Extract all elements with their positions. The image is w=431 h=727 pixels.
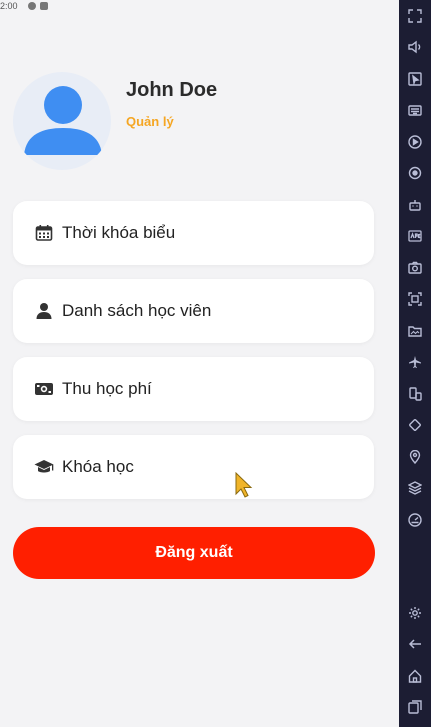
money-icon bbox=[34, 379, 54, 399]
rotate-icon[interactable] bbox=[399, 410, 431, 442]
layers-icon[interactable] bbox=[399, 473, 431, 505]
notification-icon bbox=[39, 2, 48, 10]
logout-button[interactable]: Đăng xuất bbox=[13, 527, 375, 579]
graduation-cap-icon bbox=[34, 457, 54, 477]
record-icon[interactable] bbox=[399, 126, 431, 158]
speed-icon[interactable] bbox=[399, 504, 431, 536]
sync-icon[interactable] bbox=[399, 158, 431, 190]
keyboard-icon[interactable] bbox=[399, 95, 431, 127]
profile-name: John Doe bbox=[126, 79, 218, 101]
notification-icon bbox=[27, 2, 36, 10]
location-icon[interactable] bbox=[399, 441, 431, 473]
volume-icon[interactable] bbox=[399, 32, 431, 64]
menu-item-label: Danh sách học viên bbox=[62, 301, 212, 320]
avatar[interactable] bbox=[13, 72, 111, 170]
emulator-toolbar bbox=[399, 0, 431, 727]
folder-icon[interactable] bbox=[399, 315, 431, 347]
screenshot-icon[interactable] bbox=[399, 252, 431, 284]
home-icon[interactable] bbox=[399, 660, 431, 692]
robot-icon[interactable] bbox=[399, 189, 431, 221]
menu-item-tuition[interactable]: Thu học phí bbox=[13, 357, 374, 421]
user-avatar-icon bbox=[24, 86, 102, 155]
menu-item-label: Thời khóa biểu bbox=[62, 223, 176, 242]
settings-icon[interactable] bbox=[399, 597, 431, 629]
apk-icon[interactable] bbox=[399, 221, 431, 253]
menu-item-courses[interactable]: Khóa học bbox=[13, 435, 374, 499]
back-icon[interactable] bbox=[399, 629, 431, 661]
recent-apps-icon[interactable] bbox=[399, 692, 431, 724]
multi-instance-icon[interactable] bbox=[399, 378, 431, 410]
menu-item-label: Khóa học bbox=[62, 457, 134, 476]
status-time: 2:00 bbox=[0, 1, 18, 11]
menu-item-label: Thu học phí bbox=[62, 379, 152, 398]
fullscreen-icon[interactable] bbox=[399, 0, 431, 32]
menu-item-schedule[interactable]: Thời khóa biểu bbox=[13, 201, 374, 265]
airplane-icon[interactable] bbox=[399, 347, 431, 379]
person-icon bbox=[34, 301, 54, 321]
profile-role: Quản lý bbox=[126, 114, 174, 129]
calendar-icon bbox=[34, 223, 54, 243]
crop-icon[interactable] bbox=[399, 284, 431, 316]
status-bar: 2:00 bbox=[0, 0, 399, 12]
cursor-icon[interactable] bbox=[399, 63, 431, 95]
menu-item-students[interactable]: Danh sách học viên bbox=[13, 279, 374, 343]
app-screen: 2:00 John Doe Quản lý Thời khóa biểu Dan… bbox=[0, 0, 399, 727]
mouse-cursor-icon bbox=[234, 471, 254, 503]
